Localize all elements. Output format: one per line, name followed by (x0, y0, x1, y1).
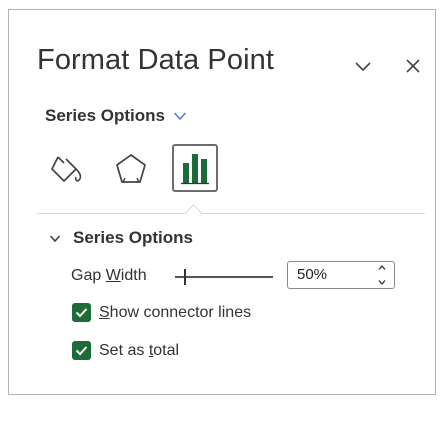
close-icon (406, 59, 420, 73)
gap-width-label-mnemonic: W (105, 267, 121, 284)
series-options-group-header[interactable]: Series Options (49, 228, 193, 248)
paint-bucket-icon (51, 156, 82, 182)
spinner-arrows (376, 264, 388, 286)
option-label-mnemonic: S (99, 303, 110, 321)
gap-width-slider-thumb[interactable] (183, 269, 186, 285)
gap-width-label-part: Gap (71, 267, 106, 284)
tab-divider (37, 213, 425, 214)
option-label-part: how connector lines (109, 303, 252, 321)
spin-up-icon[interactable] (377, 264, 387, 271)
chevron-down-icon (355, 62, 371, 72)
gap-width-spinner[interactable]: 50% (287, 261, 395, 289)
pentagon-icon (116, 154, 146, 183)
gap-width-value[interactable]: 50% (297, 266, 327, 283)
tab-effects[interactable] (109, 147, 153, 191)
pane-title: Format Data Point (37, 44, 275, 76)
gap-width-label-part: idth (120, 267, 147, 284)
gap-width-label: Gap Width (71, 267, 147, 285)
checkmark-icon (75, 308, 88, 318)
series-options-dropdown-label: Series Options (45, 106, 165, 125)
selected-tab-indicator (184, 204, 203, 223)
set-as-total-label: Set as total (99, 342, 179, 360)
option-label-part: Set as (99, 341, 149, 359)
chevron-down-icon (173, 112, 187, 121)
show-connector-lines-option[interactable]: Show connector lines (72, 303, 251, 322)
task-pane-options-button[interactable] (349, 52, 377, 80)
series-options-group-label: Series Options (73, 228, 193, 247)
set-as-total-checkbox[interactable] (72, 341, 91, 360)
spin-down-icon[interactable] (377, 279, 387, 286)
option-label-part: otal (153, 341, 180, 359)
bar-chart-icon (181, 154, 209, 185)
tab-series-options[interactable] (172, 144, 218, 192)
close-pane-button[interactable] (399, 52, 427, 80)
set-as-total-option[interactable]: Set as total (72, 341, 179, 360)
gap-width-slider[interactable] (175, 265, 273, 289)
gap-width-slider-track (175, 276, 273, 278)
format-data-point-pane: Format Data Point Series Options Series … (8, 9, 436, 395)
checkmark-icon (75, 346, 88, 356)
chevron-down-icon (49, 234, 61, 242)
show-connector-lines-checkbox[interactable] (72, 303, 91, 322)
tab-fill-line[interactable] (45, 147, 89, 191)
series-options-dropdown[interactable]: Series Options (45, 106, 187, 126)
show-connector-lines-label: Show connector lines (99, 304, 251, 322)
